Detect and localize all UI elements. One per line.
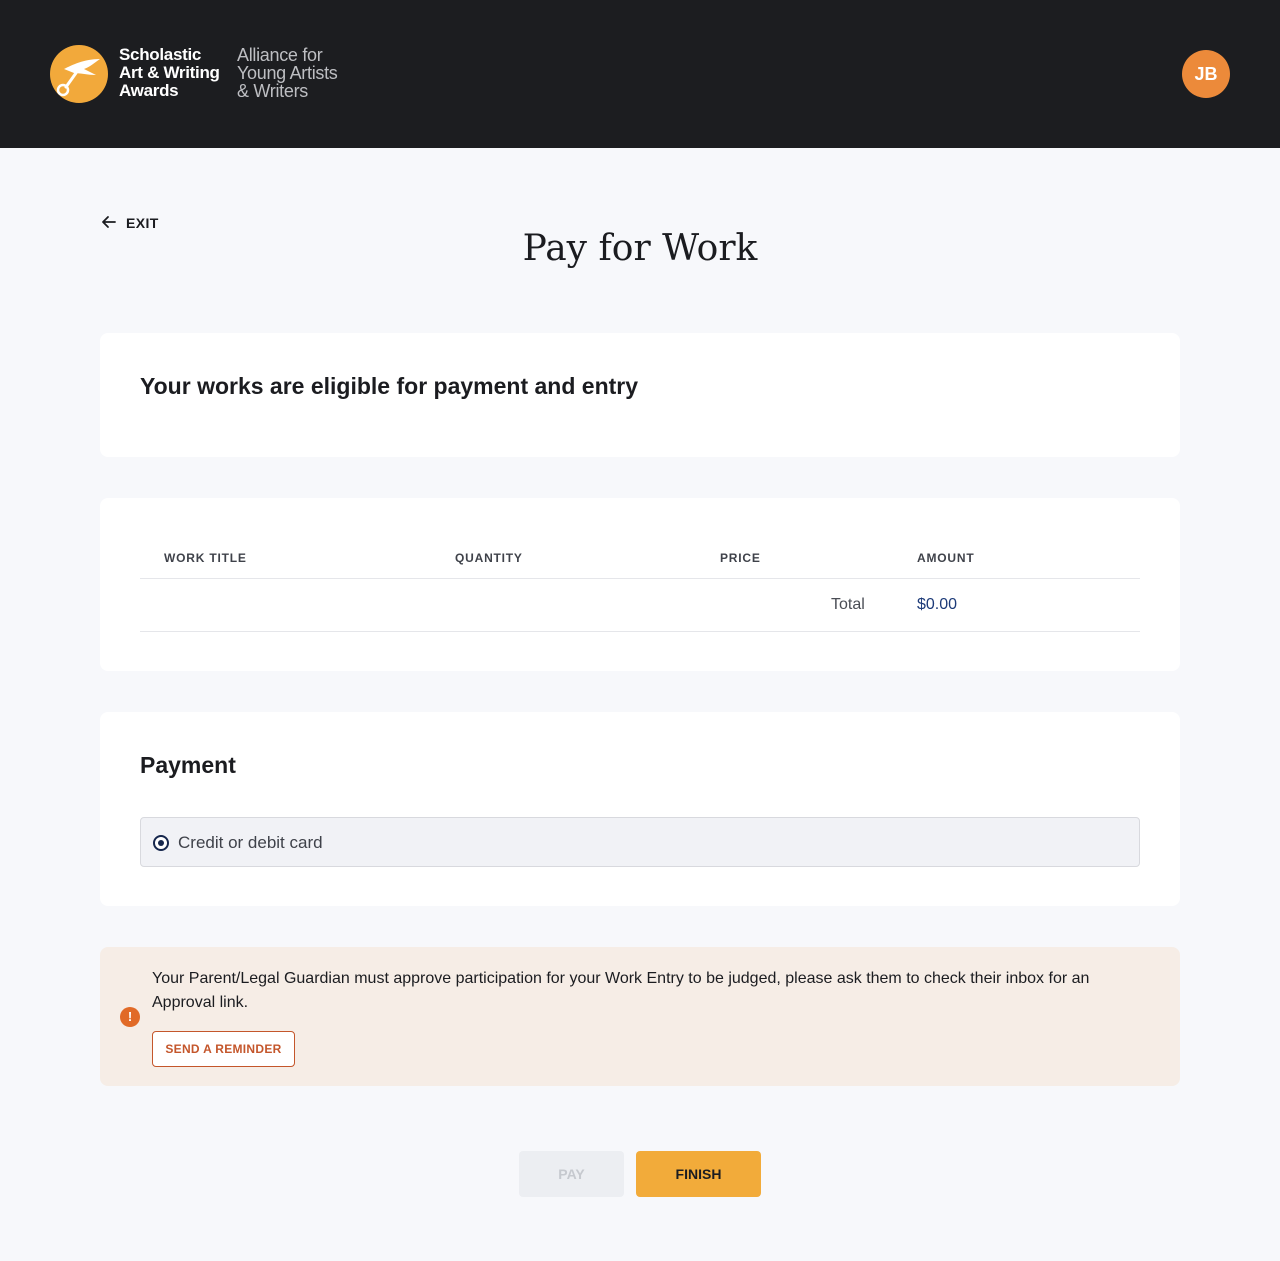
scholastic-logo[interactable]: Scholastic Art & Writing Awards Alliance…: [50, 44, 350, 104]
total-label: Total: [831, 596, 865, 613]
eligibility-card: Your works are eligible for payment and …: [100, 333, 1180, 457]
payment-heading: Payment: [140, 752, 236, 778]
eligibility-heading: Your works are eligible for payment and …: [140, 373, 639, 399]
logo-brand-line: Art & Writing: [119, 63, 220, 82]
user-avatar[interactable]: JB: [1182, 50, 1230, 98]
logo-tag-line: & Writers: [237, 81, 308, 101]
column-header-amount: AMOUNT: [917, 551, 975, 565]
finish-button[interactable]: FINISH: [636, 1151, 761, 1197]
page-title: Pay for Work: [522, 228, 758, 269]
total-amount: $0.00: [917, 596, 958, 613]
logo-tag-line: Alliance for: [237, 45, 323, 65]
logo-brand-line: Scholastic: [119, 45, 202, 64]
logo-tag-line: Young Artists: [237, 63, 338, 83]
works-table-card: WORK TITLE QUANTITY PRICE AMOUNT Total $…: [100, 498, 1180, 671]
column-header-price: PRICE: [720, 551, 761, 565]
table-total-row: Total $0.00: [140, 579, 1140, 632]
alert-message: Your Parent/Legal Guardian must approve …: [152, 970, 1090, 1011]
logo-brand-line: Awards: [119, 81, 179, 100]
guardian-approval-alert: ! Your Parent/Legal Guardian must approv…: [100, 947, 1180, 1086]
column-header-quantity: QUANTITY: [455, 551, 523, 565]
column-header-work-title: WORK TITLE: [164, 551, 247, 565]
logo-tagline: Alliance for Young Artists & Writers: [237, 46, 357, 100]
table-header: WORK TITLE QUANTITY PRICE AMOUNT: [140, 538, 1140, 579]
logo-brand-text: Scholastic Art & Writing Awards: [119, 46, 239, 100]
payment-option-card[interactable]: Credit or debit card: [140, 817, 1140, 867]
radio-selected-icon[interactable]: [153, 835, 169, 851]
payment-option-label: Credit or debit card: [178, 833, 323, 852]
pay-button[interactable]: PAY: [519, 1151, 624, 1197]
exclamation-icon: !: [120, 1007, 140, 1027]
send-reminder-button[interactable]: SEND A REMINDER: [152, 1031, 295, 1067]
top-header: Scholastic Art & Writing Awards Alliance…: [0, 0, 1280, 148]
logo-emblem-icon: [50, 45, 108, 103]
payment-card: Payment Credit or debit card: [100, 712, 1180, 906]
